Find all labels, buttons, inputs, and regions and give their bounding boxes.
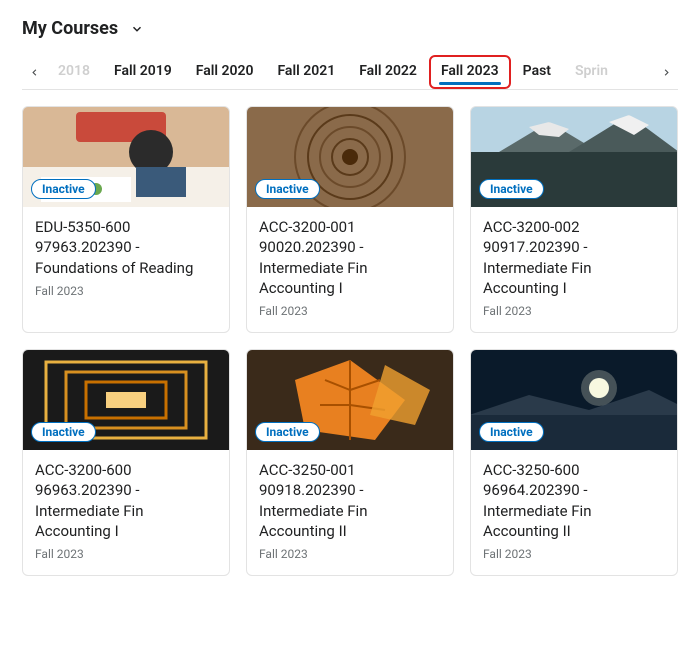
course-card-body: ACC-3200-001 90020.202390 - Intermediate…: [247, 207, 453, 332]
course-term: Fall 2023: [483, 304, 665, 318]
page-title: My Courses: [22, 18, 118, 39]
course-card[interactable]: Inactive ACC-3250-001 90918.202390 - Inte…: [246, 349, 454, 576]
tab-past[interactable]: Past: [511, 55, 563, 89]
status-badge: Inactive: [31, 422, 96, 442]
course-term: Fall 2023: [35, 547, 217, 561]
status-badge: Inactive: [479, 179, 544, 199]
course-thumbnail: Inactive: [247, 350, 453, 450]
course-title: EDU-5350-600 97963.202390 - Foundations …: [35, 217, 217, 278]
course-title: ACC-3250-001 90918.202390 - Intermediate…: [259, 460, 441, 541]
course-card-body: ACC-3200-002 90917.202390 - Intermediate…: [471, 207, 677, 332]
course-term: Fall 2023: [35, 284, 217, 298]
tabs-prev-button[interactable]: [22, 60, 46, 84]
term-tabs: 2018Fall 2019Fall 2020Fall 2021Fall 2022…: [22, 55, 678, 90]
header-dropdown-chevron[interactable]: [130, 22, 144, 36]
course-term: Fall 2023: [259, 304, 441, 318]
tabs-next-button[interactable]: [654, 60, 678, 84]
course-card[interactable]: Inactive ACC-3200-600 96963.202390 - Inte…: [22, 349, 230, 576]
course-thumbnail: Inactive: [23, 350, 229, 450]
tab-fall-2019[interactable]: Fall 2019: [102, 55, 184, 89]
page-header: My Courses: [22, 18, 678, 39]
course-card[interactable]: Inactive ACC-3250-600 96964.202390 - Inte…: [470, 349, 678, 576]
status-badge: Inactive: [255, 422, 320, 442]
course-thumbnail: Inactive: [23, 107, 229, 207]
tab-2018[interactable]: 2018: [46, 55, 102, 89]
course-title: ACC-3200-001 90020.202390 - Intermediate…: [259, 217, 441, 298]
course-card-body: ACC-3250-001 90918.202390 - Intermediate…: [247, 450, 453, 575]
course-card-body: ACC-3250-600 96964.202390 - Intermediate…: [471, 450, 677, 575]
course-thumbnail: Inactive: [471, 107, 677, 207]
course-grid: Inactive EDU-5350-600 97963.202390 - Foun…: [22, 106, 678, 576]
course-thumbnail: Inactive: [247, 107, 453, 207]
course-card[interactable]: Inactive EDU-5350-600 97963.202390 - Foun…: [22, 106, 230, 333]
tab-fall-2023[interactable]: Fall 2023: [429, 55, 511, 89]
tab-fall-2021[interactable]: Fall 2021: [265, 55, 347, 89]
tab-sprin[interactable]: Sprin: [563, 55, 620, 89]
tabs-scroll: 2018Fall 2019Fall 2020Fall 2021Fall 2022…: [46, 55, 654, 89]
course-card-body: EDU-5350-600 97963.202390 - Foundations …: [23, 207, 229, 312]
course-term: Fall 2023: [483, 547, 665, 561]
course-card-body: ACC-3200-600 96963.202390 - Intermediate…: [23, 450, 229, 575]
tab-fall-2020[interactable]: Fall 2020: [184, 55, 266, 89]
course-title: ACC-3250-600 96964.202390 - Intermediate…: [483, 460, 665, 541]
course-term: Fall 2023: [259, 547, 441, 561]
tab-fall-2022[interactable]: Fall 2022: [347, 55, 429, 89]
status-badge: Inactive: [255, 179, 320, 199]
status-badge: Inactive: [31, 179, 96, 199]
course-title: ACC-3200-002 90917.202390 - Intermediate…: [483, 217, 665, 298]
course-card[interactable]: Inactive ACC-3200-001 90020.202390 - Inte…: [246, 106, 454, 333]
course-thumbnail: Inactive: [471, 350, 677, 450]
course-card[interactable]: Inactive ACC-3200-002 90917.202390 - Inte…: [470, 106, 678, 333]
status-badge: Inactive: [479, 422, 544, 442]
course-title: ACC-3200-600 96963.202390 - Intermediate…: [35, 460, 217, 541]
